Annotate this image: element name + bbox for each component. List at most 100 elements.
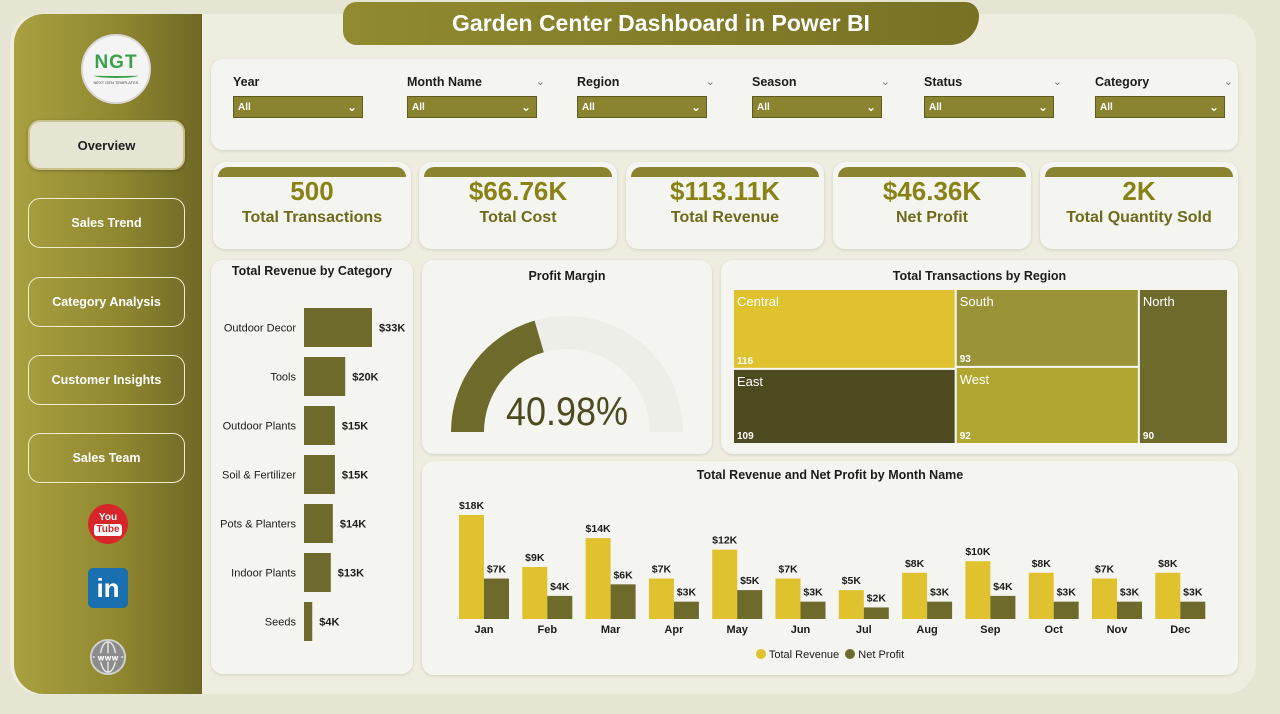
net-profit-bar[interactable] xyxy=(673,601,699,619)
filter-label: Month Name xyxy=(407,75,482,89)
chevron-down-icon[interactable]: ⌄ xyxy=(881,75,890,89)
category-bar[interactable] xyxy=(304,406,335,445)
net-profit-bar[interactable] xyxy=(1117,601,1142,619)
filter-season: Season ⌄ All ⌄ xyxy=(752,75,892,118)
treemap-cell-north[interactable] xyxy=(1137,288,1229,445)
revenue-bar[interactable] xyxy=(1155,572,1181,619)
youtube-tube: Tube xyxy=(94,523,122,536)
net-profit-bar[interactable] xyxy=(1180,601,1206,619)
kpi-label: Total Revenue xyxy=(670,209,780,226)
kpi-label: Net Profit xyxy=(896,209,968,226)
filter-value: All xyxy=(582,101,595,113)
nav-sales-team-button[interactable]: Sales Team xyxy=(28,433,185,483)
net-profit-bar[interactable] xyxy=(863,607,889,619)
bar-data-label: $3K xyxy=(677,587,697,599)
category-label: Indoor Plants xyxy=(231,568,296,580)
filter-label: Status xyxy=(924,75,963,89)
svg-text:www: www xyxy=(97,653,118,662)
bar-data-label: $5K xyxy=(740,575,760,587)
category-bar[interactable] xyxy=(304,602,313,641)
bar-data-label: $3K xyxy=(1183,587,1203,599)
bar-data-label: $7K xyxy=(778,564,798,576)
bar-data-label: $8K xyxy=(1032,558,1052,570)
nav-customer-insights-button[interactable]: Customer Insights xyxy=(28,355,185,405)
revenue-bar[interactable] xyxy=(522,567,548,619)
filter-dropdown-month-name[interactable]: All ⌄ xyxy=(407,96,537,118)
nav-category-analysis-button[interactable]: Category Analysis xyxy=(28,277,185,327)
logo-mark: NGT xyxy=(94,53,137,72)
net-profit-bar[interactable] xyxy=(1053,601,1079,619)
revenue-bar[interactable] xyxy=(965,561,991,619)
net-profit-bar[interactable] xyxy=(484,578,509,619)
bar-data-label: $5K xyxy=(842,575,862,587)
filter-value: All xyxy=(1100,101,1113,113)
filter-dropdown-year[interactable]: All ⌄ xyxy=(233,96,363,118)
net-profit-bar[interactable] xyxy=(927,601,953,619)
category-data-label: $20K xyxy=(352,372,378,384)
filter-dropdown-category[interactable]: All ⌄ xyxy=(1095,96,1225,118)
chevron-down-icon: ⌄ xyxy=(346,100,357,114)
net-profit-bar[interactable] xyxy=(610,584,636,619)
treemap-cell-label: South xyxy=(960,294,994,309)
linkedin-icon[interactable]: in xyxy=(88,568,128,608)
category-bar[interactable] xyxy=(304,308,372,347)
revenue-bar[interactable] xyxy=(459,515,484,619)
bar-data-label: $4K xyxy=(993,581,1013,593)
revenue-bar[interactable] xyxy=(585,538,611,619)
category-bar[interactable] xyxy=(304,455,335,494)
dashboard-title: Garden Center Dashboard in Power BI xyxy=(343,2,979,45)
filter-dropdown-region[interactable]: All ⌄ xyxy=(577,96,707,118)
treemap-cell-east[interactable] xyxy=(732,367,957,445)
revenue-bar[interactable] xyxy=(902,572,928,619)
bar-data-label: $2K xyxy=(867,592,887,604)
category-label: Soil & Fertilizer xyxy=(222,470,296,482)
website-globe-icon[interactable]: www xyxy=(88,637,128,677)
category-data-label: $33K xyxy=(379,323,405,335)
bar-data-label: $10K xyxy=(965,546,991,558)
legend-profit-label: Net Profit xyxy=(858,649,905,661)
chevron-down-icon[interactable]: ⌄ xyxy=(706,75,715,89)
filter-status: Status ⌄ All ⌄ xyxy=(924,75,1064,118)
kpi-value: $66.76K xyxy=(468,176,568,206)
kpi-label: Total Quantity Sold xyxy=(1066,209,1212,226)
category-label: Outdoor Decor xyxy=(224,323,296,335)
category-bar[interactable] xyxy=(304,553,331,592)
nav-overview-button[interactable]: Overview xyxy=(28,120,185,170)
month-tick-label: Mar xyxy=(601,624,621,636)
revenue-bar[interactable] xyxy=(1092,578,1117,619)
filter-month-name: Month Name ⌄ All ⌄ xyxy=(407,75,547,118)
bar-data-label: $18K xyxy=(459,500,485,512)
filter-dropdown-status[interactable]: All ⌄ xyxy=(924,96,1054,118)
bar-data-label: $7K xyxy=(1095,564,1115,576)
filter-label: Season xyxy=(752,75,797,89)
revenue-bar[interactable] xyxy=(712,549,738,619)
category-bar[interactable] xyxy=(304,357,346,396)
month-tick-label: Aug xyxy=(916,624,937,636)
revenue-bar[interactable] xyxy=(775,578,801,619)
net-profit-bar[interactable] xyxy=(990,595,1016,619)
chevron-down-icon[interactable]: ⌄ xyxy=(1053,75,1062,89)
net-profit-bar[interactable] xyxy=(800,601,826,619)
bar-data-label: $4K xyxy=(550,581,570,593)
revenue-bar[interactable] xyxy=(1028,572,1054,619)
legend-revenue-swatch xyxy=(755,649,766,659)
monthly-revenue-profit-panel: Total Revenue and Net Profit by Month Na… xyxy=(422,461,1238,675)
chevron-down-icon[interactable]: ⌄ xyxy=(536,75,545,89)
revenue-by-category-chart: Outdoor Decor $33K Tools $20K Outdoor Plants… xyxy=(220,308,405,641)
net-profit-bar[interactable] xyxy=(737,590,763,619)
profit-margin-panel: Profit Margin 40.98% xyxy=(422,260,712,454)
revenue-bar[interactable] xyxy=(648,578,674,619)
filter-label-row: Region ⌄ xyxy=(577,75,715,89)
category-data-label: $15K xyxy=(342,421,368,433)
chevron-down-icon: ⌄ xyxy=(1208,100,1219,114)
kpi-label: Total Transactions xyxy=(241,209,383,226)
net-profit-bar[interactable] xyxy=(547,595,573,619)
revenue-bar[interactable] xyxy=(838,590,864,619)
chevron-down-icon[interactable]: ⌄ xyxy=(1224,75,1233,89)
youtube-icon[interactable]: You Tube xyxy=(88,504,128,544)
category-bar[interactable] xyxy=(304,504,333,543)
filter-dropdown-season[interactable]: All ⌄ xyxy=(752,96,882,118)
profit-margin-gauge: 40.98% xyxy=(451,316,683,434)
nav-sales-trend-button[interactable]: Sales Trend xyxy=(28,198,185,248)
filter-label-row: Category ⌄ xyxy=(1095,75,1233,89)
